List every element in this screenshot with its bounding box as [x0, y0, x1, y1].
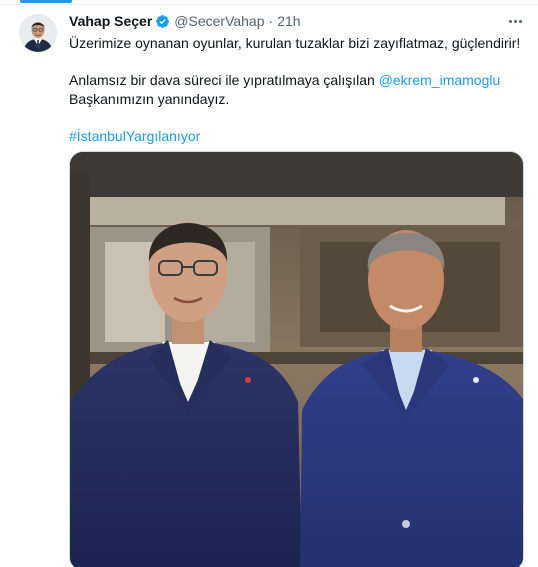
- more-options-icon[interactable]: [505, 11, 525, 31]
- photo-two-men-in-suits: [70, 152, 523, 567]
- tweet-text-line: Üzerimize oynanan oyunlar, kurulan tuzak…: [69, 35, 521, 51]
- tweet-header: Vahap Seçer @SecerVahap · 21h: [69, 12, 301, 30]
- mention-link[interactable]: @ekrem_imamoglu: [379, 72, 501, 88]
- header-separator: ·: [268, 13, 274, 29]
- tweet-timestamp[interactable]: 21h: [277, 13, 300, 29]
- author-handle[interactable]: @SecerVahap: [174, 13, 264, 29]
- tweet-text-fragment: Anlamsız bir dava süreci ile yıpratılmay…: [69, 72, 379, 88]
- tweet-text-line: Anlamsız bir dava süreci ile yıpratılmay…: [69, 71, 519, 90]
- tweet-text-line: Başkanımızın yanındayız.: [69, 91, 230, 107]
- tweet-text: Üzerimize oynanan oyunlar, kurulan tuzak…: [69, 34, 521, 146]
- tweet[interactable]: Vahap Seçer @SecerVahap · 21h Üzerimize …: [0, 0, 538, 567]
- author-display-name[interactable]: Vahap Seçer: [69, 13, 152, 29]
- verified-badge-icon: [155, 14, 170, 29]
- author-avatar[interactable]: [19, 14, 57, 52]
- avatar-portrait-icon: [19, 14, 57, 52]
- tweet-photo[interactable]: [69, 151, 524, 567]
- hashtag-link[interactable]: #İstanbulYargılanıyor: [69, 128, 200, 144]
